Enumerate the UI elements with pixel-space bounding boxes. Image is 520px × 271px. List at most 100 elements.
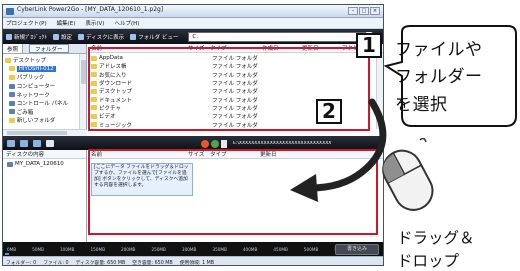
settings-label: 設定 [61,34,73,41]
menu-edit[interactable]: 編集(E) [57,19,76,27]
path-field[interactable]: C: [188,31,367,42]
col-modified[interactable]: 更新日 [302,44,342,52]
new-project-button[interactable]: 新規ﾌﾟﾛｼﾞｪｸﾄ [6,33,47,41]
folder-tree-pane: 参照 フォルダー デスクトップ HIYOSHI-012 パブリック コンピュータ… [3,44,87,129]
capacity-label: 450MB [273,246,288,252]
scroll-thumb[interactable] [7,131,67,135]
folder-icon [91,97,97,103]
tree-item-public[interactable]: パブリック [5,73,86,82]
file-name: アドレス帳 [99,64,127,71]
disc-icon [7,161,13,167]
col-created[interactable]: 作成日 [262,44,302,52]
folder-tree: デスクトップ HIYOSHI-012 パブリック コンピューター ネットワーク … [3,54,86,125]
disc-view-button[interactable]: ディスクに表示 [78,33,124,41]
list-item[interactable]: お気に入り ファイル フォルダ [88,71,383,79]
tree-item-desktop[interactable]: デスクトップ [5,56,86,65]
new-project-icon [6,33,12,40]
new-project-label: 新規ﾌﾟﾛｼﾞｪｸﾄ [14,34,48,41]
capacity-label: 250MB [151,246,166,252]
file-type: ファイル フォルダ [212,97,258,104]
col-type[interactable]: タイプ [210,150,260,158]
file-type: ファイル フォルダ [212,89,258,96]
file-type: ファイル フォルダ [212,56,258,63]
capacity-bar: 0MB 50MB 100MB 150MB 200MB 250MB 300MB 3… [3,242,383,256]
mouse-icon [382,138,434,211]
tree-item-network[interactable]: ネットワーク [5,90,86,99]
col-name[interactable]: 名前 [88,150,188,158]
capacity-fill [5,253,9,255]
tree-item-user[interactable]: HIYOSHI-012 [5,65,86,74]
bubble-line-3: を選択 [395,95,448,115]
folder-icon [5,57,11,63]
capacity-label: 300MB [181,246,197,252]
settings-button[interactable]: 設定 [53,33,72,41]
file-list-header: 名前 サイズ タイプ 作成日 更新日 アクセ [88,44,383,53]
file-type: ファイル フォルダ [212,64,258,71]
tree-scrollbar[interactable] [79,54,86,129]
tree-item-computer[interactable]: コンピューター [5,82,86,91]
drag-label-line-1: ドラッグ＆ [397,229,475,247]
bubble-line-1: ファイルや [395,40,483,60]
disc-icon [201,139,209,148]
status-used-space: 使用領域: 1 MB [179,260,215,266]
eject-icon[interactable] [221,139,227,148]
tree-item-recycle-bin[interactable]: ごみ箱 [5,108,86,117]
minimize-button[interactable]: – [348,7,358,15]
folder-icon [91,55,97,61]
disc-root-label: MY_DATA_120610 [15,161,64,167]
write-button[interactable]: 書き込み [335,244,379,255]
col-size[interactable]: サイズ [188,44,210,52]
add-file-icon[interactable] [7,139,15,147]
file-name: ピクチャ [99,105,121,112]
list-item[interactable]: AppData ファイル フォルダ [88,54,383,63]
new-folder-icon[interactable] [33,139,41,147]
tab-browse[interactable]: 参照 [3,44,24,53]
folder-icon [91,105,97,111]
tree-item-label: デスクトップ [13,58,47,65]
folder-icon [91,88,97,94]
list-item[interactable]: デスクトップ ファイル フォルダ [88,87,383,96]
folder-icon [91,80,97,86]
folder-select-button[interactable]: フォルダー [29,44,69,53]
file-name-cell: AppData [88,55,188,61]
folder-icon [91,72,97,78]
scroll-thumb[interactable] [81,60,86,84]
tree-item-control-panel[interactable]: コントロール パネル [5,99,86,108]
bubble-line-2: フォルダー [395,67,483,87]
close-button[interactable]: × [370,7,380,15]
title-bar: CyberLink Power2Go - [MY_DATA_120610_1.p… [3,5,383,18]
tree-item-label: パブリック [16,75,45,82]
menu-help[interactable]: ヘルプ(H) [114,19,139,27]
folder-view-button[interactable]: フォルダ ビュー [130,33,178,41]
folder-icon [8,74,15,80]
folder-icon [8,117,15,123]
file-name: AppData [99,55,123,62]
col-size[interactable]: サイズ [188,150,210,158]
col-name[interactable]: 名前 [88,44,188,52]
tree-hscrollbar[interactable] [3,129,87,136]
status-folders: フォルダー: 0 [6,260,37,266]
remove-file-icon[interactable] [20,139,28,147]
file-name: ダウンロード [99,81,133,88]
capacity-label: 400MB [242,246,258,252]
file-name-cell: アドレス帳 [88,62,188,70]
recycle-bin-icon [8,109,15,115]
folder-icon [91,63,97,69]
disc-tree-pane: ディスクの内容 MY_DATA_120610 [3,150,87,242]
list-item[interactable]: アドレス帳 ファイル フォルダ [88,62,383,71]
properties-icon[interactable] [46,139,54,147]
tree-item-new-folder[interactable]: 新しいフォルダ [5,116,86,125]
file-name-cell: ミュージック [88,121,188,129]
drag-label-line-2: ドロップ [397,252,460,270]
refresh-icon[interactable] [211,139,219,148]
list-item[interactable]: ダウンロード ファイル フォルダ [88,79,383,88]
col-type[interactable]: タイプ [210,44,262,52]
capacity-label: 350MB [212,246,227,252]
tree-item-label: コントロール パネル [16,101,68,108]
menu-view[interactable]: 表示(V) [85,19,104,27]
disc-root-item[interactable]: MY_DATA_120610 [3,159,86,167]
file-type: ファイル フォルダ [212,122,258,129]
menu-project[interactable]: プロジェクト(P) [6,19,47,27]
status-free-space: 空き容量: 650 MB [132,260,173,266]
maximize-button[interactable]: □ [359,7,369,15]
